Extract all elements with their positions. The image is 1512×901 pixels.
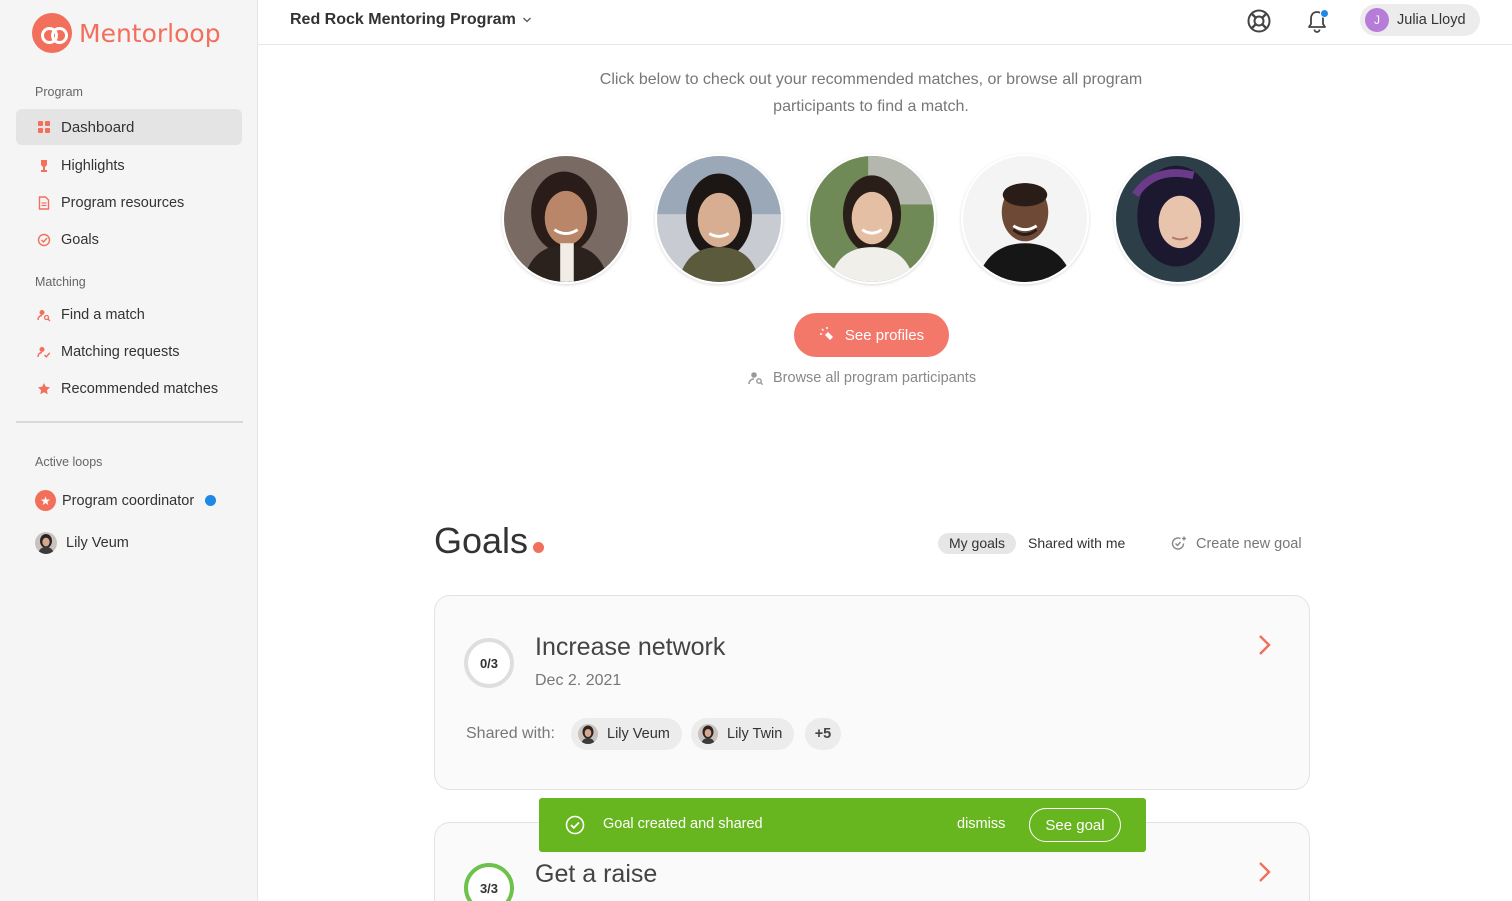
toast-dismiss-button[interactable]: dismiss bbox=[957, 816, 1005, 832]
goal-name: Get a raise bbox=[535, 860, 658, 888]
goal-check-icon bbox=[37, 233, 51, 247]
toast-message: Goal created and shared bbox=[603, 816, 763, 832]
unread-indicator bbox=[205, 495, 217, 506]
match-photo[interactable] bbox=[502, 154, 630, 284]
sidebar-item-recommended-matches[interactable]: Recommended matches bbox=[16, 371, 242, 407]
sidebar-item-matching-requests[interactable]: Matching requests bbox=[16, 334, 242, 370]
sidebar-item-label: Goals bbox=[61, 232, 99, 248]
success-toast: Goal created and shared dismiss See goal bbox=[539, 798, 1146, 852]
user-search-icon bbox=[748, 372, 764, 386]
sidebar-item-find-a-match[interactable]: Find a match bbox=[16, 297, 242, 333]
check-circle-icon bbox=[565, 815, 585, 835]
goal-name: Increase network bbox=[535, 633, 726, 661]
document-icon bbox=[37, 196, 51, 210]
user-menu[interactable]: J Julia Lloyd bbox=[1360, 4, 1480, 36]
sidebar: Mentorloop Program Dashboard Highlights … bbox=[0, 0, 258, 901]
browse-participants-link[interactable]: Browse all program participants bbox=[748, 367, 976, 389]
loop-item-program-coordinator[interactable]: ★ Program coordinator bbox=[35, 490, 217, 511]
avatar bbox=[35, 532, 57, 554]
star-badge-icon: ★ bbox=[35, 490, 56, 511]
see-goal-button[interactable]: See goal bbox=[1029, 808, 1121, 842]
sidebar-item-dashboard[interactable]: Dashboard bbox=[16, 109, 242, 145]
tab-my-goals[interactable]: My goals bbox=[938, 533, 1017, 554]
user-search-icon bbox=[37, 308, 51, 322]
section-label-matching: Matching bbox=[35, 275, 86, 289]
avatar bbox=[698, 724, 718, 744]
goals-heading: Goals bbox=[434, 520, 529, 561]
see-profiles-label: See profiles bbox=[844, 326, 925, 344]
chevron-right-icon[interactable] bbox=[1253, 634, 1275, 656]
user-check-icon bbox=[37, 345, 51, 359]
goal-add-icon bbox=[1171, 536, 1186, 550]
see-profiles-button[interactable]: See profiles bbox=[794, 313, 949, 357]
loop-item-lily-veum[interactable]: Lily Veum bbox=[35, 532, 129, 554]
goal-progress-ring: 0/3 bbox=[464, 638, 514, 688]
avatar bbox=[578, 724, 598, 744]
goals-indicator-dot bbox=[533, 542, 544, 553]
sidebar-divider bbox=[16, 421, 243, 423]
help-lifebuoy-icon[interactable] bbox=[1246, 8, 1272, 34]
loop-item-label: Program coordinator bbox=[62, 492, 195, 509]
program-selector[interactable]: Red Rock Mentoring Program bbox=[290, 11, 532, 29]
top-bar: Red Rock Mentoring Program J Julia Lloyd bbox=[258, 0, 1512, 45]
more-shared-users-badge[interactable]: +5 bbox=[805, 718, 841, 750]
mentorloop-logo[interactable]: Mentorloop bbox=[32, 13, 221, 53]
shared-user-name: Lily Twin bbox=[727, 726, 783, 742]
section-label-program: Program bbox=[35, 85, 83, 99]
sidebar-item-program-resources[interactable]: Program resources bbox=[16, 185, 242, 221]
shared-user-chip[interactable]: Lily Twin bbox=[691, 718, 795, 750]
create-new-goal-button[interactable]: Create new goal bbox=[1170, 533, 1302, 554]
program-title: Red Rock Mentoring Program bbox=[290, 11, 516, 28]
loop-item-label: Lily Veum bbox=[66, 535, 129, 551]
sidebar-item-goals[interactable]: Goals bbox=[16, 222, 242, 258]
goal-date: Dec 2. 2021 bbox=[535, 672, 622, 689]
chevron-right-icon[interactable] bbox=[1253, 861, 1275, 883]
star-icon bbox=[37, 382, 51, 396]
recommended-match-photos bbox=[502, 154, 1267, 284]
mentorloop-logo-icon bbox=[32, 13, 72, 53]
user-name: Julia Lloyd bbox=[1397, 12, 1466, 28]
tab-shared-with-me[interactable]: Shared with me bbox=[1028, 533, 1125, 554]
goal-card[interactable]: 0/3 Increase network Dec 2. 2021 Shared … bbox=[434, 595, 1310, 790]
notification-dot bbox=[1320, 9, 1329, 18]
section-label-active-loops: Active loops bbox=[35, 455, 103, 469]
logo-text: Mentorloop bbox=[79, 18, 221, 48]
sidebar-item-label: Find a match bbox=[61, 307, 145, 323]
trophy-icon bbox=[37, 159, 51, 173]
sidebar-item-label: Recommended matches bbox=[61, 381, 219, 397]
chevron-down-icon bbox=[522, 17, 531, 23]
shared-user-chip[interactable]: Lily Veum bbox=[571, 718, 682, 750]
match-photo[interactable] bbox=[961, 154, 1089, 284]
create-goal-label: Create new goal bbox=[1196, 535, 1302, 552]
goal-progress-ring: 3/3 bbox=[464, 863, 514, 901]
shared-with-label: Shared with: bbox=[466, 725, 555, 742]
sparkle-hand-icon bbox=[819, 327, 833, 340]
shared-user-name: Lily Veum bbox=[607, 726, 670, 742]
sidebar-item-label: Dashboard bbox=[61, 118, 135, 136]
sidebar-item-label: Matching requests bbox=[61, 344, 180, 360]
match-photo[interactable] bbox=[808, 154, 936, 284]
sidebar-item-highlights[interactable]: Highlights bbox=[16, 148, 242, 184]
browse-label: Browse all program participants bbox=[773, 370, 977, 386]
matches-intro-text: Click below to check out your recommende… bbox=[599, 71, 1143, 115]
avatar: J bbox=[1365, 8, 1389, 32]
dashboard-grid-icon bbox=[37, 120, 51, 134]
sidebar-item-label: Program resources bbox=[61, 195, 185, 211]
sidebar-item-label: Highlights bbox=[61, 158, 125, 174]
match-photo[interactable] bbox=[1114, 154, 1242, 284]
match-photo[interactable] bbox=[655, 154, 783, 284]
